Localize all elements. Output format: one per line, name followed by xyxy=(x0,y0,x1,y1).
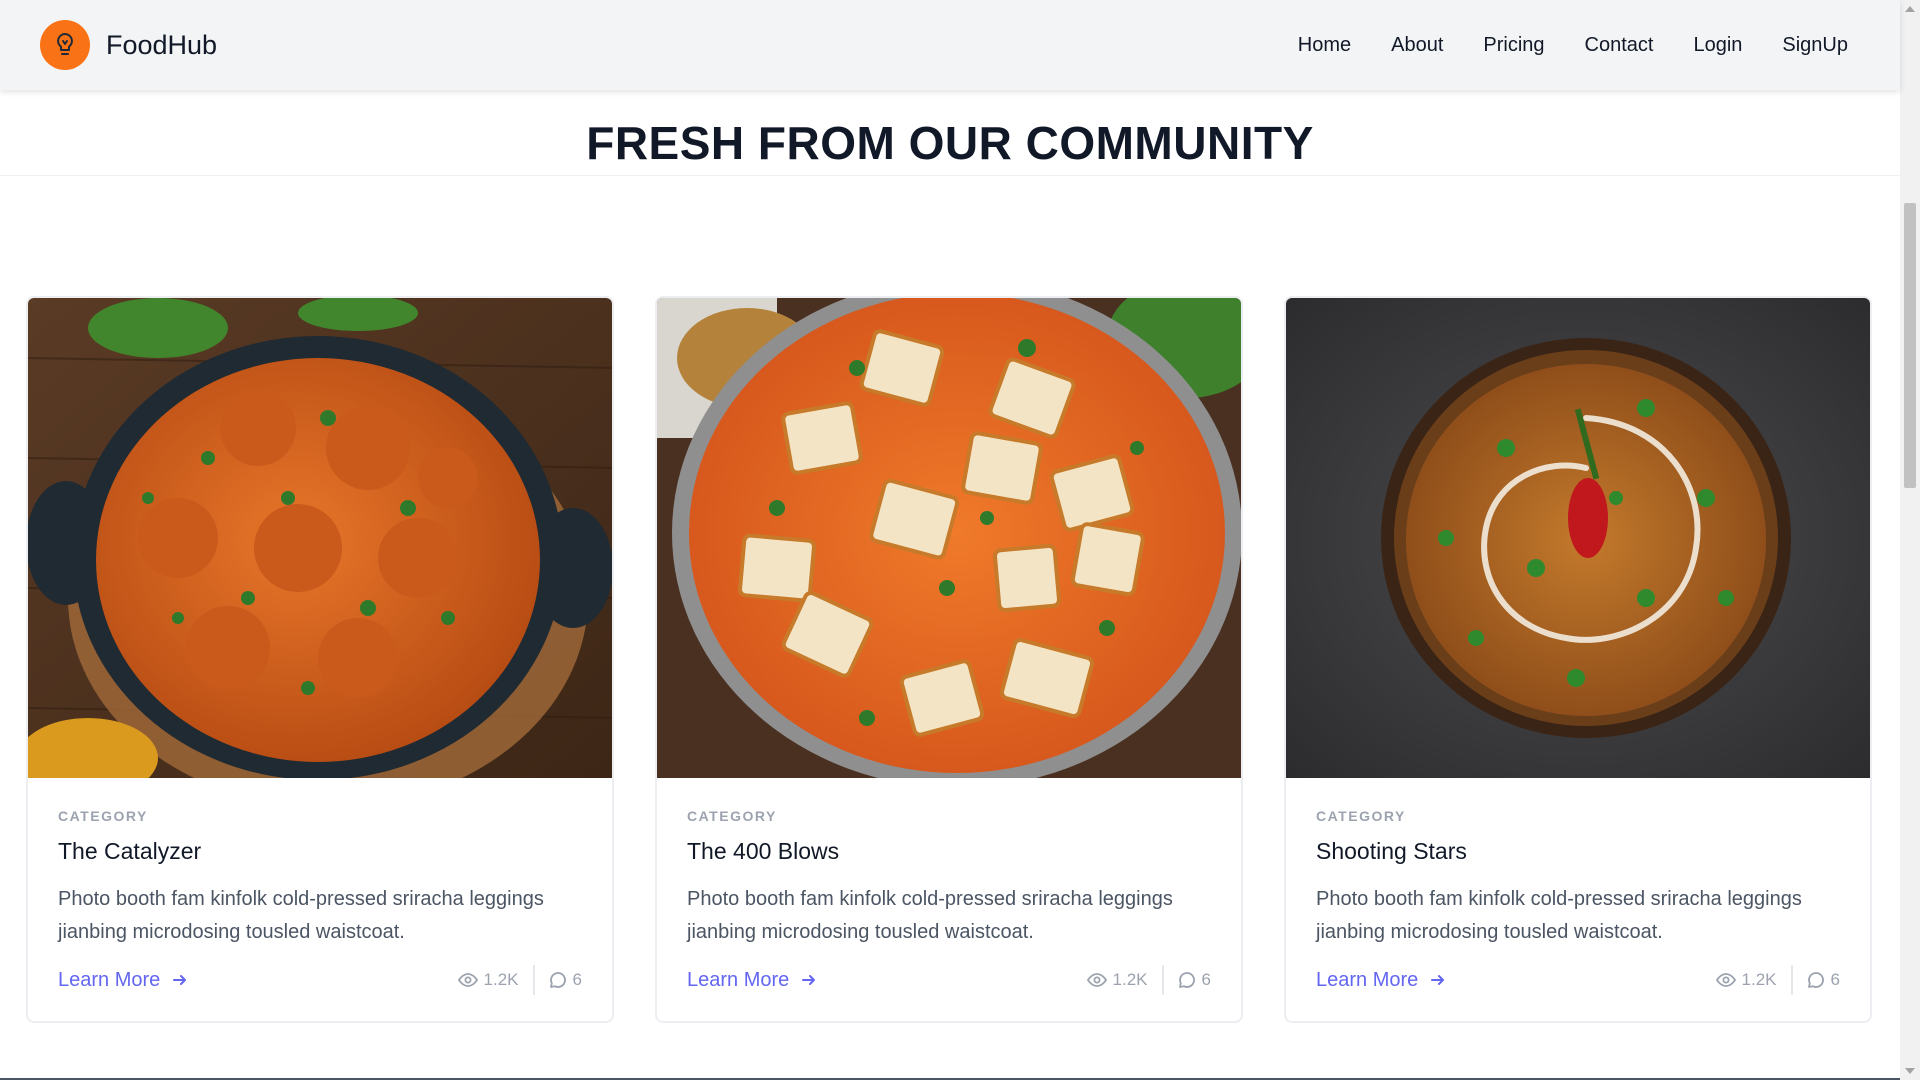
learn-more-link[interactable]: Learn More xyxy=(58,969,188,992)
eye-icon xyxy=(1715,973,1736,987)
recipe-card: CATEGORY The 400 Blows Photo booth fam k… xyxy=(655,296,1243,1023)
card-title: The Catalyzer xyxy=(58,838,202,864)
arrow-right-icon xyxy=(1431,975,1445,985)
page: FoodHub Home About Pricing Contact Login… xyxy=(0,0,1920,1080)
card-category: CATEGORY xyxy=(687,808,777,824)
nav-about[interactable]: About xyxy=(1391,34,1443,57)
nav-signup[interactable]: SignUp xyxy=(1782,34,1848,57)
views-count: 1.2K xyxy=(483,970,519,989)
card-body: CATEGORY The Catalyzer Photo booth fam k… xyxy=(28,778,612,997)
learn-more-link[interactable]: Learn More xyxy=(1316,969,1446,992)
comment-icon xyxy=(1178,972,1195,988)
stat-divider xyxy=(1790,965,1793,995)
card-description: Photo booth fam kinfolk cold-pressed sri… xyxy=(687,888,1173,943)
eye-icon xyxy=(457,973,478,987)
scroll-down-icon[interactable] xyxy=(1905,1068,1915,1074)
card-body: CATEGORY Shooting Stars Photo booth fam … xyxy=(1286,778,1870,997)
card-image xyxy=(28,298,612,778)
learn-more-label: Learn More xyxy=(58,968,161,991)
card-title: The 400 Blows xyxy=(687,838,840,864)
arrow-right-icon xyxy=(173,975,187,985)
recipe-card: CATEGORY The Catalyzer Photo booth fam k… xyxy=(26,296,614,1023)
learn-more-link[interactable]: Learn More xyxy=(687,969,817,992)
views-count: 1.2K xyxy=(1741,970,1777,989)
vertical-scrollbar[interactable] xyxy=(1900,0,1920,1080)
card-body: CATEGORY The 400 Blows Photo booth fam k… xyxy=(657,778,1241,997)
card-stats: 1.2K 6 xyxy=(1086,965,1211,995)
brand-name: FoodHub xyxy=(106,29,218,60)
views-stat: 1.2K xyxy=(1086,970,1148,990)
views-stat: 1.2K xyxy=(457,970,519,990)
comment-icon xyxy=(1807,972,1824,988)
card-footer: Learn More 1.2K 6 xyxy=(58,963,582,997)
comments-stat: 6 xyxy=(549,970,582,990)
recipe-card: CATEGORY Shooting Stars Photo booth fam … xyxy=(1284,296,1872,1023)
card-stats: 1.2K 6 xyxy=(1715,965,1840,995)
comment-icon xyxy=(549,972,566,988)
views-count: 1.2K xyxy=(1112,970,1148,989)
learn-more-label: Learn More xyxy=(687,968,790,991)
navbar: FoodHub Home About Pricing Contact Login… xyxy=(0,0,1900,90)
card-footer: Learn More 1.2K 6 xyxy=(687,963,1211,997)
card-footer: Learn More 1.2K 6 xyxy=(1316,963,1840,997)
card-title: Shooting Stars xyxy=(1316,838,1467,864)
card-category: CATEGORY xyxy=(1316,808,1406,824)
learn-more-label: Learn More xyxy=(1316,968,1419,991)
nav-pricing[interactable]: Pricing xyxy=(1483,34,1544,57)
card-description: Photo booth fam kinfolk cold-pressed sri… xyxy=(58,888,544,943)
comments-stat: 6 xyxy=(1178,970,1211,990)
main-nav: Home About Pricing Contact Login SignUp xyxy=(1298,0,1848,90)
arrow-right-icon xyxy=(802,975,816,985)
nav-home[interactable]: Home xyxy=(1298,34,1351,57)
eye-icon xyxy=(1086,973,1107,987)
card-grid: CATEGORY The Catalyzer Photo booth fam k… xyxy=(26,296,1872,1023)
section-header: FRESH FROM OUR COMMUNITY xyxy=(0,90,1900,176)
views-stat: 1.2K xyxy=(1715,970,1777,990)
page-title: FRESH FROM OUR COMMUNITY xyxy=(586,117,1314,169)
nav-login[interactable]: Login xyxy=(1693,34,1742,57)
scroll-thumb[interactable] xyxy=(1904,203,1916,488)
card-image xyxy=(657,298,1241,778)
lightbulb-icon xyxy=(40,20,90,70)
comments-count: 6 xyxy=(572,970,582,989)
brand[interactable]: FoodHub xyxy=(40,20,217,70)
stat-divider xyxy=(532,965,535,995)
card-category: CATEGORY xyxy=(58,808,148,824)
comments-count: 6 xyxy=(1201,970,1211,989)
card-stats: 1.2K 6 xyxy=(457,965,582,995)
comments-count: 6 xyxy=(1830,970,1840,989)
nav-contact[interactable]: Contact xyxy=(1585,34,1654,57)
stat-divider xyxy=(1161,965,1164,995)
card-image xyxy=(1286,298,1870,778)
scroll-up-icon[interactable] xyxy=(1905,6,1915,12)
card-description: Photo booth fam kinfolk cold-pressed sri… xyxy=(1316,888,1802,943)
comments-stat: 6 xyxy=(1807,970,1840,990)
